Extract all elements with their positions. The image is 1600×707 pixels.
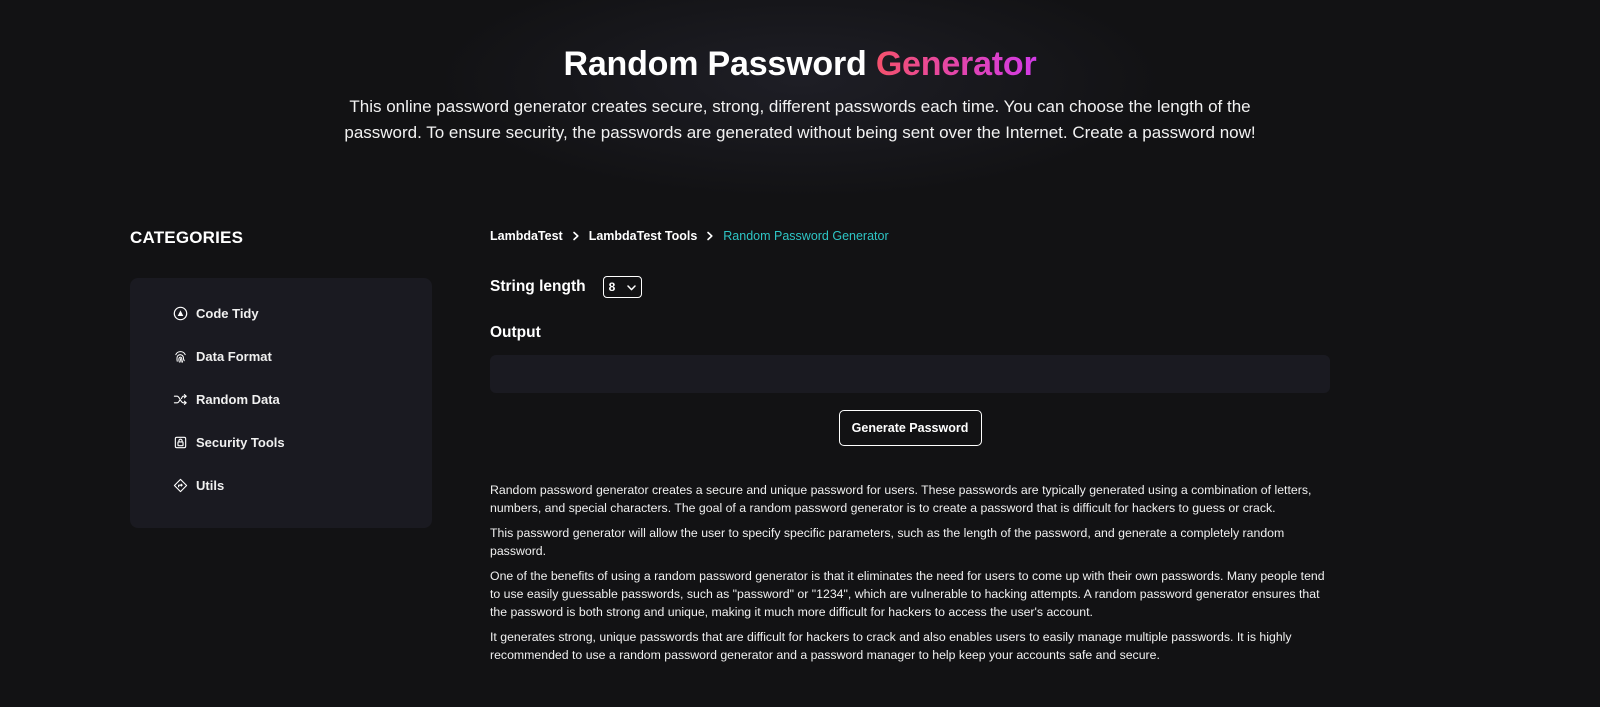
generate-password-button[interactable]: Generate Password <box>838 410 982 446</box>
description-paragraph: One of the benefits of using a random pa… <box>490 569 1325 619</box>
string-length-label: String length <box>490 278 586 295</box>
hero: Random Password Generator This online pa… <box>0 42 1600 146</box>
sidebar-item-random-data[interactable]: Random Data <box>130 378 432 421</box>
output-label: Output <box>490 324 541 341</box>
description-paragraph: This password generator will allow the u… <box>490 526 1285 558</box>
shuffle-icon <box>172 392 188 408</box>
chevron-right-icon <box>572 231 580 241</box>
utils-icon <box>172 478 188 494</box>
sidebar-item-label: Utils <box>196 478 225 493</box>
string-length-select[interactable]: 8 <box>602 276 642 298</box>
string-length-row: String length 8 <box>490 276 1330 298</box>
fingerprint-icon <box>172 349 188 365</box>
code-tidy-icon <box>172 306 188 322</box>
sidebar-item-data-format[interactable]: Data Format <box>130 335 432 378</box>
lock-icon <box>172 435 188 451</box>
sidebar-item-security-tools[interactable]: Security Tools <box>130 421 432 464</box>
categories-panel: Code Tidy Data Format Random Data Securi… <box>130 278 432 528</box>
sidebar-item-utils[interactable]: Utils <box>130 464 432 507</box>
categories-title: CATEGORIES <box>130 228 244 247</box>
description-paragraph: It generates strong, unique passwords th… <box>490 630 1292 662</box>
page-title: Random Password Generator <box>0 42 1600 86</box>
sidebar-item-label: Security Tools <box>196 435 285 450</box>
output-field[interactable] <box>490 355 1330 393</box>
description-section: Random password generator creates a secu… <box>490 481 1330 664</box>
main-content: LambdaTest LambdaTest Tools Random Passw… <box>490 228 1330 671</box>
string-length-value: 8 <box>608 280 616 294</box>
page-title-main: Random Password <box>563 45 867 83</box>
sidebar-item-label: Random Data <box>196 392 280 407</box>
generate-wrap: Generate Password <box>490 410 1330 446</box>
breadcrumb-current: Random Password Generator <box>723 229 889 243</box>
description-paragraph: Random password generator creates a secu… <box>490 483 1312 515</box>
page-title-accent: Generator <box>875 45 1037 83</box>
breadcrumb-link-lambdatest[interactable]: LambdaTest <box>490 229 563 243</box>
breadcrumb-link-lambdatest-tools[interactable]: LambdaTest Tools <box>589 229 698 243</box>
chevron-right-icon <box>706 231 714 241</box>
sidebar-item-code-tidy[interactable]: Code Tidy <box>130 292 432 335</box>
sidebar-item-label: Data Format <box>196 349 272 364</box>
chevron-down-icon <box>626 280 636 294</box>
breadcrumb: LambdaTest LambdaTest Tools Random Passw… <box>490 228 1330 244</box>
page-description: This online password generator creates s… <box>344 97 1256 142</box>
sidebar-item-label: Code Tidy <box>196 306 259 321</box>
